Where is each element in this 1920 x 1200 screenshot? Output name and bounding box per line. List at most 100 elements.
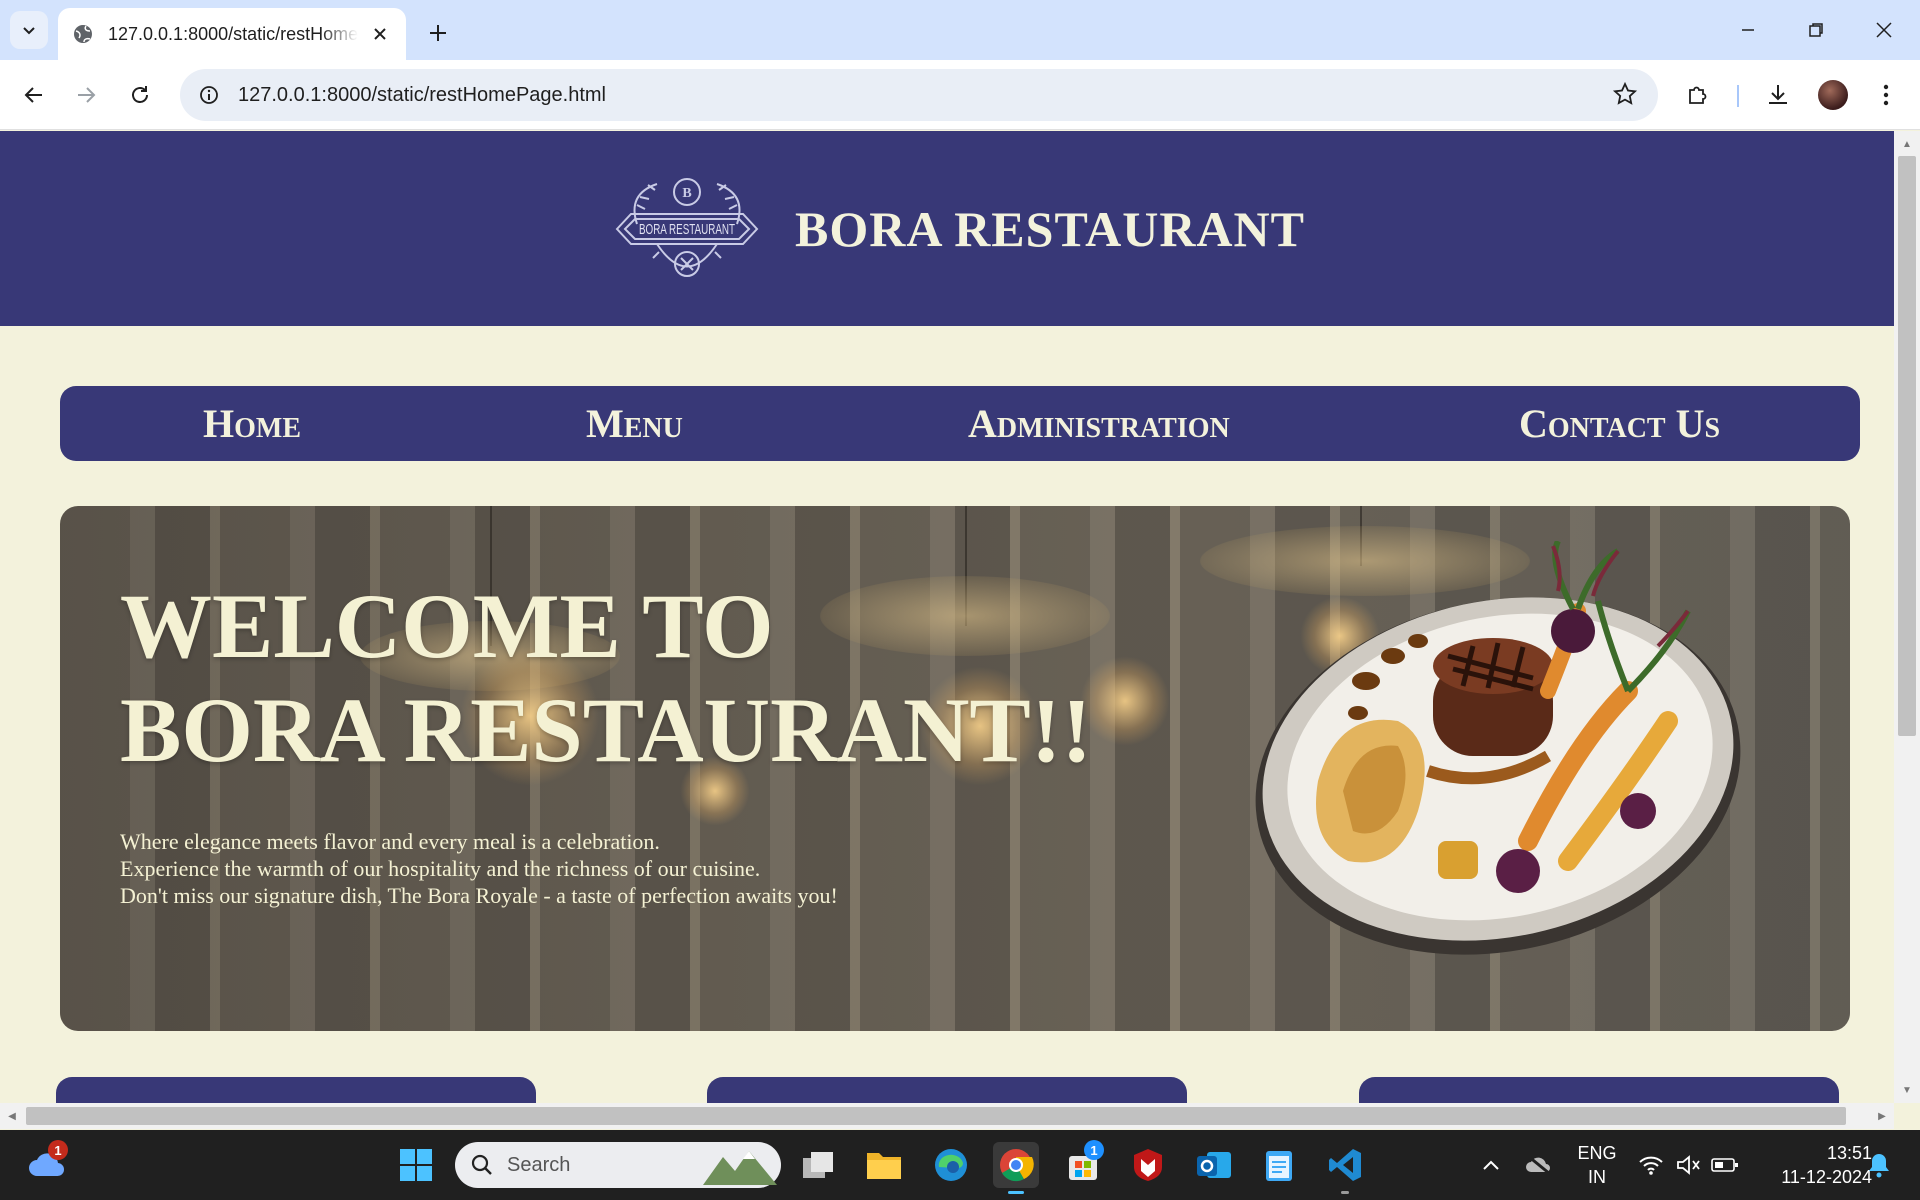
- weather-widget[interactable]: 1: [24, 1140, 70, 1188]
- windows-icon: [400, 1149, 432, 1181]
- restore-icon: [1809, 23, 1823, 37]
- feature-card-2: [707, 1077, 1187, 1103]
- site-title: BORA RESTAURANT: [795, 200, 1305, 257]
- page-viewport: B BORA RESTAURANT BORA RESTAURANT Home M…: [0, 131, 1894, 1103]
- download-icon: [1769, 85, 1787, 104]
- browser-tab-active[interactable]: 127.0.0.1:8000/static/restHomePage.html: [58, 8, 406, 60]
- vertical-scroll-thumb[interactable]: [1898, 156, 1916, 736]
- notepad-icon: [1266, 1151, 1292, 1181]
- more-vertical-icon: [1883, 84, 1889, 106]
- tab-search-button[interactable]: [10, 11, 48, 49]
- mcafee-button[interactable]: [1125, 1142, 1171, 1188]
- volume-muted-icon: [1677, 1155, 1700, 1175]
- wifi-icon: [1639, 1156, 1663, 1175]
- cloud-off-icon: [1526, 1154, 1551, 1176]
- reload-icon: [132, 86, 148, 103]
- close-window-button[interactable]: [1860, 10, 1908, 50]
- nav-home-link[interactable]: Home: [203, 386, 301, 461]
- task-view-button[interactable]: [795, 1142, 841, 1188]
- scroll-up-arrow[interactable]: ▲: [1897, 134, 1917, 154]
- extensions-button[interactable]: [1678, 75, 1718, 115]
- hero-text-line1: Where elegance meets flavor and every me…: [120, 829, 660, 854]
- shield-icon: [1134, 1149, 1162, 1181]
- start-button[interactable]: [393, 1142, 439, 1188]
- nav-administration-link[interactable]: Administration: [968, 386, 1230, 461]
- forward-button[interactable]: [66, 75, 106, 115]
- active-app-indicator: [1008, 1191, 1024, 1194]
- arrow-right-icon: [78, 87, 96, 103]
- bookmark-star-icon[interactable]: [1612, 81, 1638, 112]
- globe-icon: [74, 25, 92, 43]
- file-explorer-button[interactable]: [861, 1142, 907, 1188]
- logo-letter: B: [682, 186, 691, 201]
- scroll-left-arrow[interactable]: ◀: [2, 1106, 22, 1126]
- hero-text-line3: Don't miss our signature dish, The Bora …: [120, 883, 838, 908]
- onedrive-button[interactable]: [1516, 1142, 1562, 1188]
- notifications-button[interactable]: [1856, 1142, 1902, 1188]
- logo-text: BORA RESTAURANT: [639, 221, 735, 238]
- browser-tab-bar: 127.0.0.1:8000/static/restHomePage.html: [0, 0, 1920, 60]
- url-text[interactable]: 127.0.0.1:8000/static/restHomePage.html: [238, 84, 606, 107]
- language-indicator[interactable]: ENG IN: [1574, 1141, 1620, 1189]
- hero-description: Where elegance meets flavor and every me…: [120, 828, 838, 909]
- downloads-button[interactable]: [1758, 75, 1798, 115]
- running-app-indicator: [1341, 1191, 1349, 1194]
- close-tab-icon[interactable]: [368, 22, 392, 46]
- new-tab-button[interactable]: [420, 15, 456, 51]
- mountain-icon: [703, 1151, 777, 1185]
- show-hidden-icons-button[interactable]: [1468, 1142, 1514, 1188]
- back-button[interactable]: [14, 75, 54, 115]
- vscode-button[interactable]: [1322, 1142, 1368, 1194]
- feature-card-3: [1359, 1077, 1839, 1103]
- restaurant-logo[interactable]: B BORA RESTAURANT: [589, 149, 785, 309]
- outlook-button[interactable]: [1191, 1142, 1237, 1188]
- tab-title: 127.0.0.1:8000/static/restHomePage.html: [108, 23, 358, 44]
- browser-toolbar: 127.0.0.1:8000/static/restHomePage.html: [0, 60, 1920, 130]
- battery-icon: [1711, 1158, 1738, 1172]
- edge-browser-button[interactable]: [928, 1142, 974, 1188]
- feature-card-1: [56, 1077, 536, 1103]
- chevron-down-icon: [23, 27, 35, 35]
- profile-button[interactable]: [1813, 75, 1853, 115]
- reload-button[interactable]: [120, 75, 160, 115]
- clock-date: 11-12-2024: [1781, 1167, 1872, 1187]
- site-info-icon[interactable]: [198, 84, 220, 106]
- store-badge: 1: [1084, 1140, 1104, 1160]
- outlook-icon: [1197, 1152, 1231, 1178]
- nav-contact-us-link[interactable]: Contact Us: [1519, 386, 1720, 461]
- hero-title: WELCOME TO BORA RESTAURANT!!: [120, 574, 1092, 782]
- close-icon: [1876, 22, 1892, 38]
- clock[interactable]: 13:51 11-12-2024: [1752, 1141, 1872, 1189]
- scroll-right-arrow[interactable]: ▶: [1872, 1106, 1892, 1126]
- task-view-icon: [803, 1152, 833, 1178]
- hero-banner: WELCOME TO BORA RESTAURANT!! Where elega…: [60, 506, 1850, 1031]
- horizontal-scroll-thumb[interactable]: [26, 1107, 1846, 1125]
- taskbar-search[interactable]: Search: [455, 1142, 781, 1188]
- site-header: B BORA RESTAURANT BORA RESTAURANT: [0, 131, 1894, 326]
- nav-menu-link[interactable]: Menu: [586, 386, 683, 461]
- main-navigation: Home Menu Administration Contact Us: [60, 386, 1860, 461]
- hero-text-line2: Experience the warmth of our hospitality…: [120, 856, 761, 881]
- battery-button[interactable]: [1702, 1142, 1748, 1188]
- signature-dish-image: [1255, 541, 1741, 955]
- region-code: IN: [1588, 1167, 1606, 1187]
- vscode-icon: [1329, 1149, 1361, 1181]
- hero-title-line2: BORA RESTAURANT!!: [120, 679, 1093, 781]
- lamp-glow: [1080, 656, 1170, 746]
- minimize-button[interactable]: [1724, 10, 1772, 50]
- avatar: [1818, 80, 1848, 110]
- address-bar[interactable]: 127.0.0.1:8000/static/restHomePage.html: [180, 69, 1658, 121]
- hero-title-line1: WELCOME TO: [120, 575, 774, 677]
- restore-button[interactable]: [1792, 10, 1840, 50]
- folder-icon: [867, 1153, 901, 1179]
- arrow-left-icon: [24, 87, 42, 103]
- chrome-button[interactable]: [993, 1142, 1039, 1194]
- notepad-button[interactable]: [1256, 1142, 1302, 1188]
- microsoft-store-button[interactable]: 1: [1060, 1140, 1106, 1188]
- chevron-up-icon: [1483, 1160, 1499, 1170]
- toolbar-divider: [1737, 85, 1739, 107]
- taskbar: 1 Search 1 ENG IN 13:51 11-12-2024: [0, 1130, 1920, 1200]
- browser-menu-button[interactable]: [1866, 75, 1906, 115]
- scroll-down-arrow[interactable]: ▼: [1897, 1080, 1917, 1100]
- puzzle-icon: [1689, 86, 1707, 104]
